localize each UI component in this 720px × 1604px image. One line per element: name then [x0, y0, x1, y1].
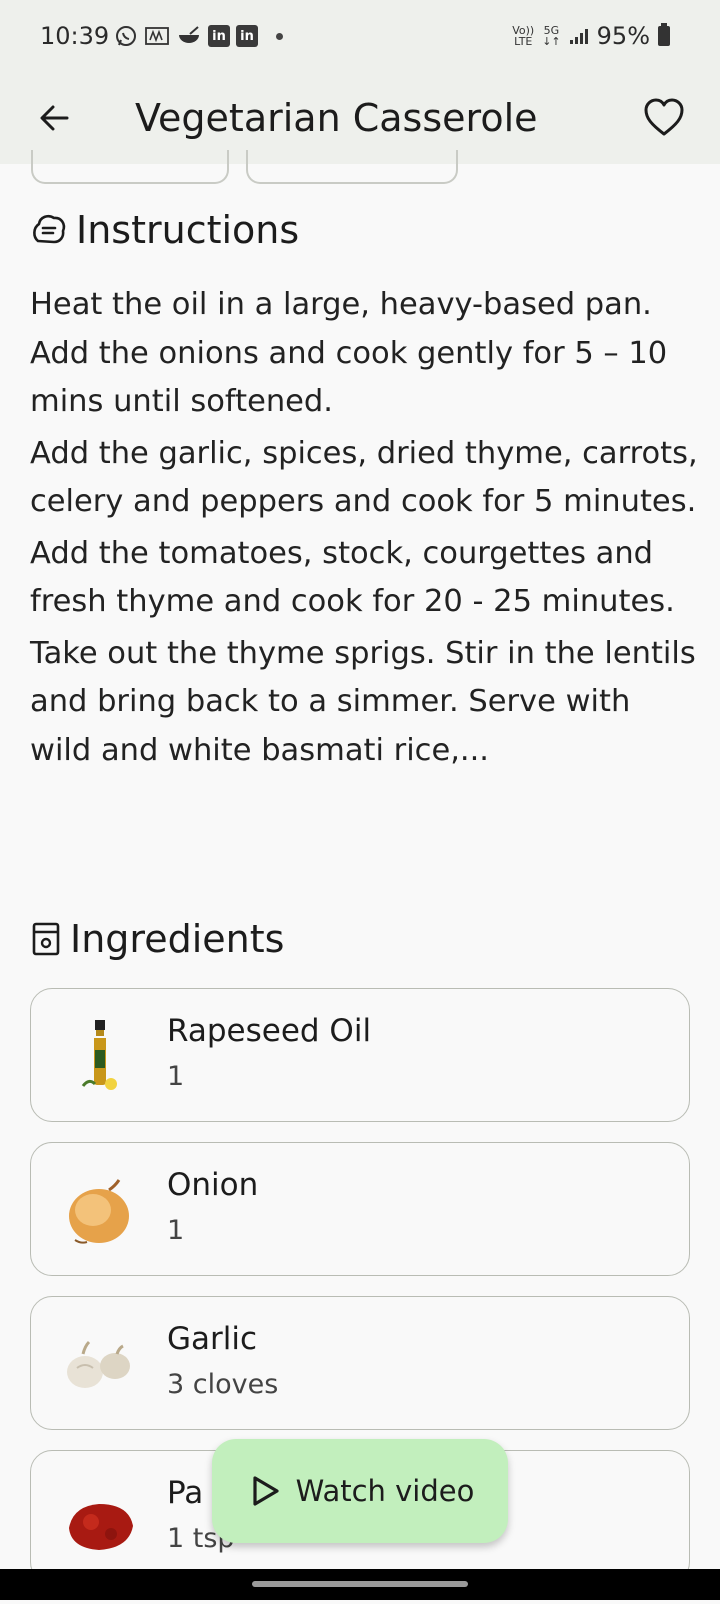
network-5g-icon: 5G ↓↑ — [542, 24, 561, 48]
ingredient-quantity: 1 — [167, 1215, 185, 1246]
ingredient-name: Pa — [167, 1475, 204, 1511]
status-bar: 10:39 in in Vo)) LTE 5G ↓↑ 95% — [0, 0, 720, 76]
volte-icon: Vo)) LTE — [512, 24, 535, 48]
instruction-step: Heat the oil in a large, heavy-based pan… — [30, 287, 668, 419]
watch-video-button[interactable]: Watch video — [212, 1439, 508, 1543]
instruction-step: Add the garlic, spices, dried thyme, car… — [30, 435, 698, 520]
heart-outline-icon — [644, 98, 684, 136]
play-icon — [253, 1476, 279, 1506]
signal-icon — [569, 29, 588, 44]
instruction-step: Take out the thyme sprigs. Stir in the l… — [30, 635, 696, 768]
instructions-body: Heat the oil in a large, heavy-based pan… — [30, 281, 700, 778]
linkedin-icon: in — [208, 25, 230, 47]
status-time: 10:39 — [40, 22, 110, 50]
onion-image — [69, 1179, 129, 1244]
ingredient-quantity: 1 — [167, 1061, 185, 1092]
system-nav-bar — [0, 1569, 720, 1600]
watch-video-label: Watch video — [295, 1474, 475, 1508]
home-gesture-handle[interactable] — [252, 1581, 468, 1587]
ingredient-card-garlic[interactable]: Garlic 3 cloves — [30, 1296, 690, 1430]
ingredient-name: Rapeseed Oil — [167, 1013, 372, 1049]
ingredient-card-onion[interactable]: Onion 1 — [30, 1142, 690, 1276]
linkedin-icon: in — [236, 25, 258, 47]
battery-icon — [658, 23, 670, 46]
back-button[interactable] — [30, 94, 78, 142]
ingredient-name: Garlic — [167, 1321, 258, 1357]
more-notifications-dot — [276, 32, 283, 40]
battery-percent: 95% — [596, 22, 650, 50]
info-chip[interactable] — [246, 150, 458, 184]
ingredient-name: Onion — [167, 1167, 259, 1203]
ingredients-title: Ingredients — [70, 917, 285, 961]
info-chip[interactable] — [31, 150, 229, 184]
paprika-image — [69, 1504, 133, 1550]
oil-bottle-image — [81, 1020, 117, 1090]
system-icons: Vo)) LTE 5G ↓↑ 95% — [512, 22, 670, 50]
page-title: Vegetarian Casserole — [135, 96, 538, 140]
arrow-left-icon — [40, 105, 69, 131]
ingredient-quantity: 3 cloves — [167, 1369, 279, 1400]
favorite-button[interactable] — [640, 94, 688, 142]
fridge-icon — [32, 922, 60, 956]
ingredient-card-rapeseed-oil[interactable]: Rapeseed Oil 1 — [30, 988, 690, 1122]
ingredients-heading: Ingredients — [30, 917, 284, 961]
notification-icons: in in — [114, 24, 283, 48]
instruction-step: Add the tomatoes, stock, courgettes and … — [30, 535, 675, 620]
whatsapp-icon — [114, 24, 138, 48]
instructions-heading: Instructions — [30, 208, 299, 252]
chef-hat-icon — [33, 214, 66, 244]
myntra-icon — [144, 24, 170, 48]
instructions-title: Instructions — [76, 208, 300, 252]
garlic-image — [67, 1340, 130, 1388]
bowl-icon — [176, 24, 202, 48]
